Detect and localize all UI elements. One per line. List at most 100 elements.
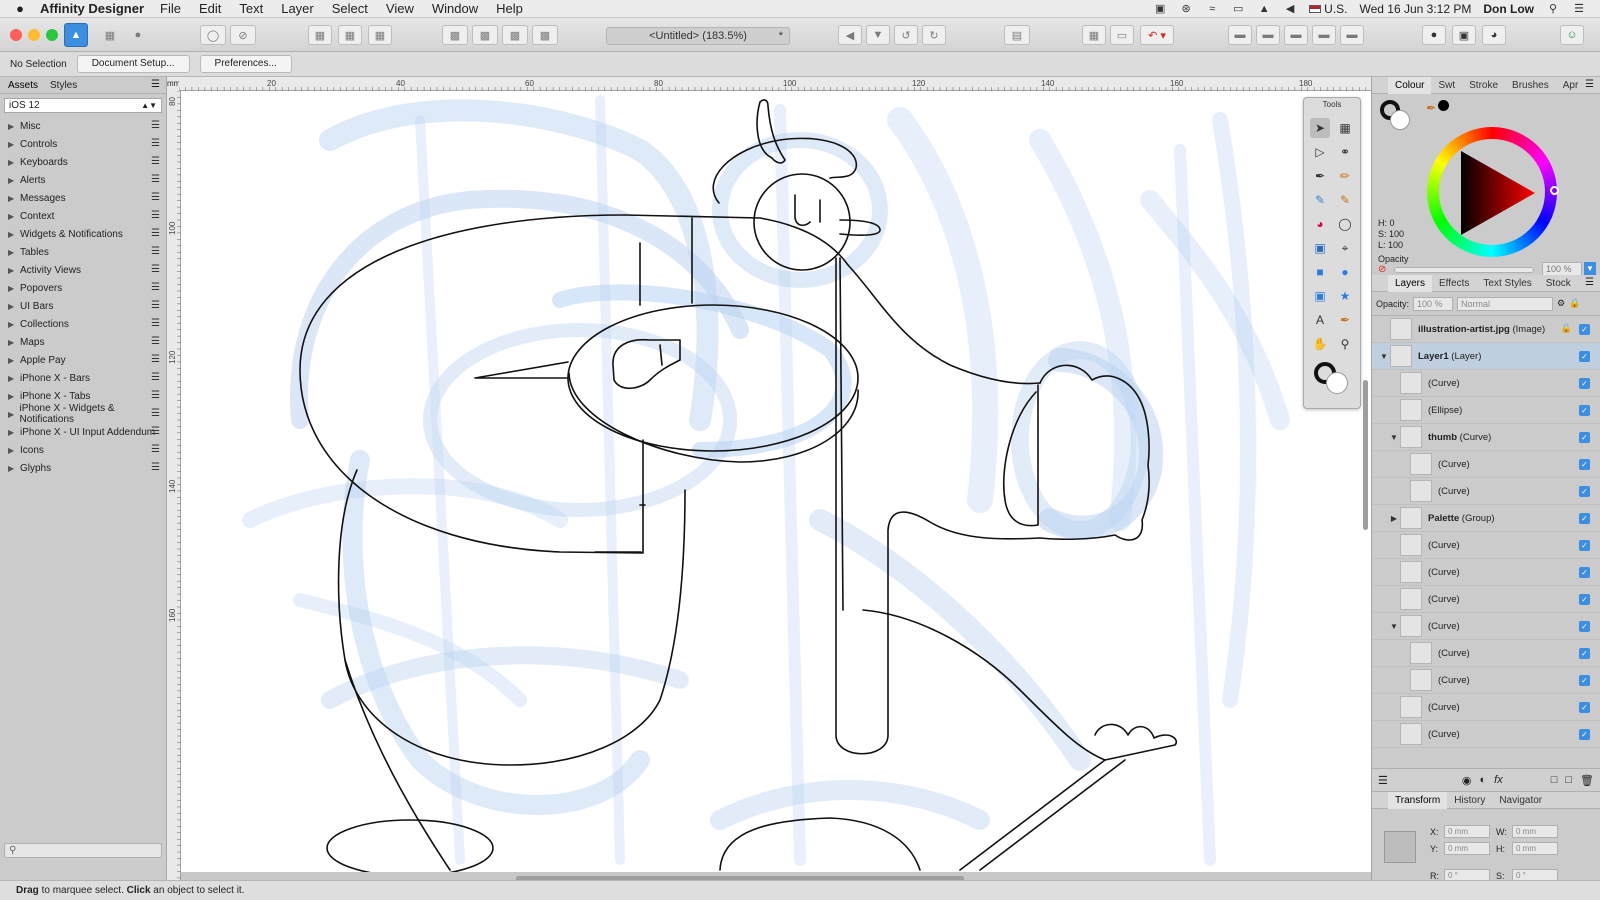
artboard-tool-icon[interactable]: ▦ (1335, 118, 1355, 138)
snapping-toggle-icon[interactable]: ↶ ▾ (1140, 25, 1174, 45)
menu-file[interactable]: File (160, 1, 181, 16)
drawing-canvas[interactable] (181, 91, 1371, 872)
close-document-mark[interactable]: * (779, 28, 783, 44)
zoom-tool-icon[interactable]: ⚲ (1335, 334, 1355, 354)
asset-search-input[interactable]: ⚲ (4, 843, 162, 858)
layer-row[interactable]: (Curve) ✓ (1372, 694, 1600, 721)
paint-brush-tool-icon[interactable]: ✎ (1335, 190, 1355, 210)
visibility-checkbox[interactable]: ✓ (1579, 567, 1590, 578)
control-center-icon[interactable]: ☰ (1572, 3, 1586, 15)
category-menu-icon[interactable]: ☰ (151, 264, 160, 275)
fill-tool-icon[interactable]: ◕ (1310, 214, 1330, 234)
menu-layer[interactable]: Layer (281, 1, 314, 16)
disclosure-triangle-icon[interactable]: ▶ (8, 248, 20, 257)
visibility-checkbox[interactable]: ✓ (1579, 540, 1590, 551)
align-icon[interactable]: ▦ (308, 25, 332, 45)
category-menu-icon[interactable]: ☰ (151, 210, 160, 221)
transparency-tool-icon[interactable]: ◯ (1335, 214, 1355, 234)
geometry-divide-icon[interactable]: ▬ (1340, 25, 1364, 45)
tab-stroke[interactable]: Stroke (1462, 77, 1505, 94)
asset-category-row[interactable]: ▶ iPhone X - UI Input Addendum ☰ (0, 423, 166, 441)
move-tool-icon[interactable]: ➤ (1310, 118, 1330, 138)
eject-icon[interactable]: ▲ (1257, 3, 1271, 15)
hue-handle[interactable] (1550, 186, 1559, 195)
airplay-icon[interactable]: ▭ (1231, 3, 1245, 15)
pixel-persona-icon[interactable]: ▦ (98, 25, 122, 45)
panel-menu-icon[interactable]: ☰ (1585, 79, 1594, 90)
layer-row[interactable]: (Curve) ✓ (1372, 640, 1600, 667)
geometry-add-icon[interactable]: ▬ (1228, 25, 1252, 45)
layer-row[interactable]: (Curve) ✓ (1372, 667, 1600, 694)
asset-category-row[interactable]: ▶ Popovers ☰ (0, 279, 166, 297)
disclosure-triangle-icon[interactable]: ▶ (8, 410, 20, 419)
user-name[interactable]: Don Low (1483, 2, 1534, 16)
disclosure-triangle-icon[interactable]: ▶ (8, 212, 20, 221)
menu-help[interactable]: Help (496, 1, 523, 16)
visibility-checkbox[interactable]: ✓ (1579, 405, 1590, 416)
gear-icon[interactable]: ⚙ (1557, 298, 1565, 309)
text-tool-icon[interactable]: A (1310, 310, 1330, 330)
disclosure-triangle-icon[interactable]: ▶ (8, 158, 20, 167)
snapping-icon[interactable]: ⊘ (230, 25, 256, 45)
category-menu-icon[interactable]: ☰ (151, 300, 160, 311)
quick-fx-icon[interactable]: ● (1422, 25, 1446, 45)
color-picker-tool-icon[interactable]: ✒ (1335, 310, 1355, 330)
fx-icon[interactable]: fx (1494, 774, 1503, 786)
bluetooth-icon[interactable]: ⊛ (1179, 3, 1193, 15)
disclosure-triangle-icon[interactable]: ▶ (8, 140, 20, 149)
visibility-checkbox[interactable]: ✓ (1579, 675, 1590, 686)
visibility-checkbox[interactable]: ✓ (1579, 459, 1590, 470)
layer-row[interactable]: (Curve) ✓ (1372, 532, 1600, 559)
tab-transform[interactable]: Transform (1388, 791, 1448, 809)
adjustment-icon[interactable]: ◐ (1480, 774, 1487, 786)
ruler-vertical[interactable]: 80 100 120 140 160 (167, 90, 181, 880)
minimize-window-button[interactable] (28, 29, 40, 41)
disclosure-triangle-icon[interactable]: ▶ (8, 266, 20, 275)
disclosure-triangle-icon[interactable]: ▶ (8, 122, 20, 131)
zoom-window-button[interactable] (46, 29, 58, 41)
asset-category-row[interactable]: ▶ iPhone X - Widgets & Notifications ☰ (0, 403, 166, 425)
category-menu-icon[interactable]: ☰ (151, 174, 160, 185)
opacity-slider[interactable] (1394, 267, 1534, 273)
category-menu-icon[interactable]: ☰ (151, 390, 160, 401)
layer-row[interactable]: (Curve) ✓ (1372, 721, 1600, 748)
menu-edit[interactable]: Edit (199, 1, 221, 16)
disclosure-triangle-icon[interactable]: ▶ (8, 392, 20, 401)
category-menu-icon[interactable]: ☰ (151, 228, 160, 239)
visibility-checkbox[interactable]: ✓ (1579, 378, 1590, 389)
layer-expand-icon[interactable]: ▶ (1388, 514, 1400, 523)
asset-category-row[interactable]: ▶ Maps ☰ (0, 333, 166, 351)
tab-layers[interactable]: Layers (1388, 274, 1433, 292)
mask-icon[interactable]: ◉ (1462, 774, 1472, 787)
layer-row[interactable]: (Ellipse) ✓ (1372, 397, 1600, 424)
rotate-right-icon[interactable]: ↻ (922, 25, 946, 45)
tab-appearance[interactable]: Apr (1556, 77, 1586, 94)
tab-styles[interactable]: Styles (50, 80, 77, 91)
view-mode-icon[interactable]: ◯ (200, 25, 226, 45)
disclosure-triangle-icon[interactable]: ▶ (8, 428, 20, 437)
eyedropper-icon[interactable]: ✒ (1426, 101, 1436, 115)
input-source[interactable]: U.S. (1309, 2, 1348, 16)
tab-history[interactable]: History (1447, 792, 1492, 809)
disclosure-triangle-icon[interactable]: ▶ (8, 356, 20, 365)
panel-menu-icon[interactable]: ☰ (1585, 277, 1594, 288)
rotate-left-icon[interactable]: ↺ (894, 25, 918, 45)
distribute-icon[interactable]: ▦ (338, 25, 362, 45)
asset-category-row[interactable]: ▶ Widgets & Notifications ☰ (0, 225, 166, 243)
asset-category-row[interactable]: ▶ Activity Views ☰ (0, 261, 166, 279)
visibility-checkbox[interactable]: ✓ (1579, 648, 1590, 659)
visibility-checkbox[interactable]: ✓ (1579, 702, 1590, 713)
tab-colour[interactable]: Colour (1388, 76, 1432, 94)
arrange-forward-icon[interactable]: ▩ (502, 25, 528, 45)
tab-assets[interactable]: Assets (8, 80, 38, 91)
geometry-subtract-icon[interactable]: ▬ (1256, 25, 1280, 45)
visibility-checkbox[interactable]: ✓ (1579, 621, 1590, 632)
layer-row[interactable]: (Curve) ✓ (1372, 478, 1600, 505)
visibility-checkbox[interactable]: ✓ (1579, 324, 1590, 335)
category-menu-icon[interactable]: ☰ (151, 444, 160, 455)
fill-stroke-swatch-icon[interactable] (1380, 100, 1410, 130)
tab-stock[interactable]: Stock (1539, 275, 1578, 292)
menu-view[interactable]: View (386, 1, 414, 16)
clock[interactable]: Wed 16 Jun 3:12 PM (1360, 2, 1472, 16)
hand-tool-icon[interactable]: ✋ (1310, 334, 1330, 354)
